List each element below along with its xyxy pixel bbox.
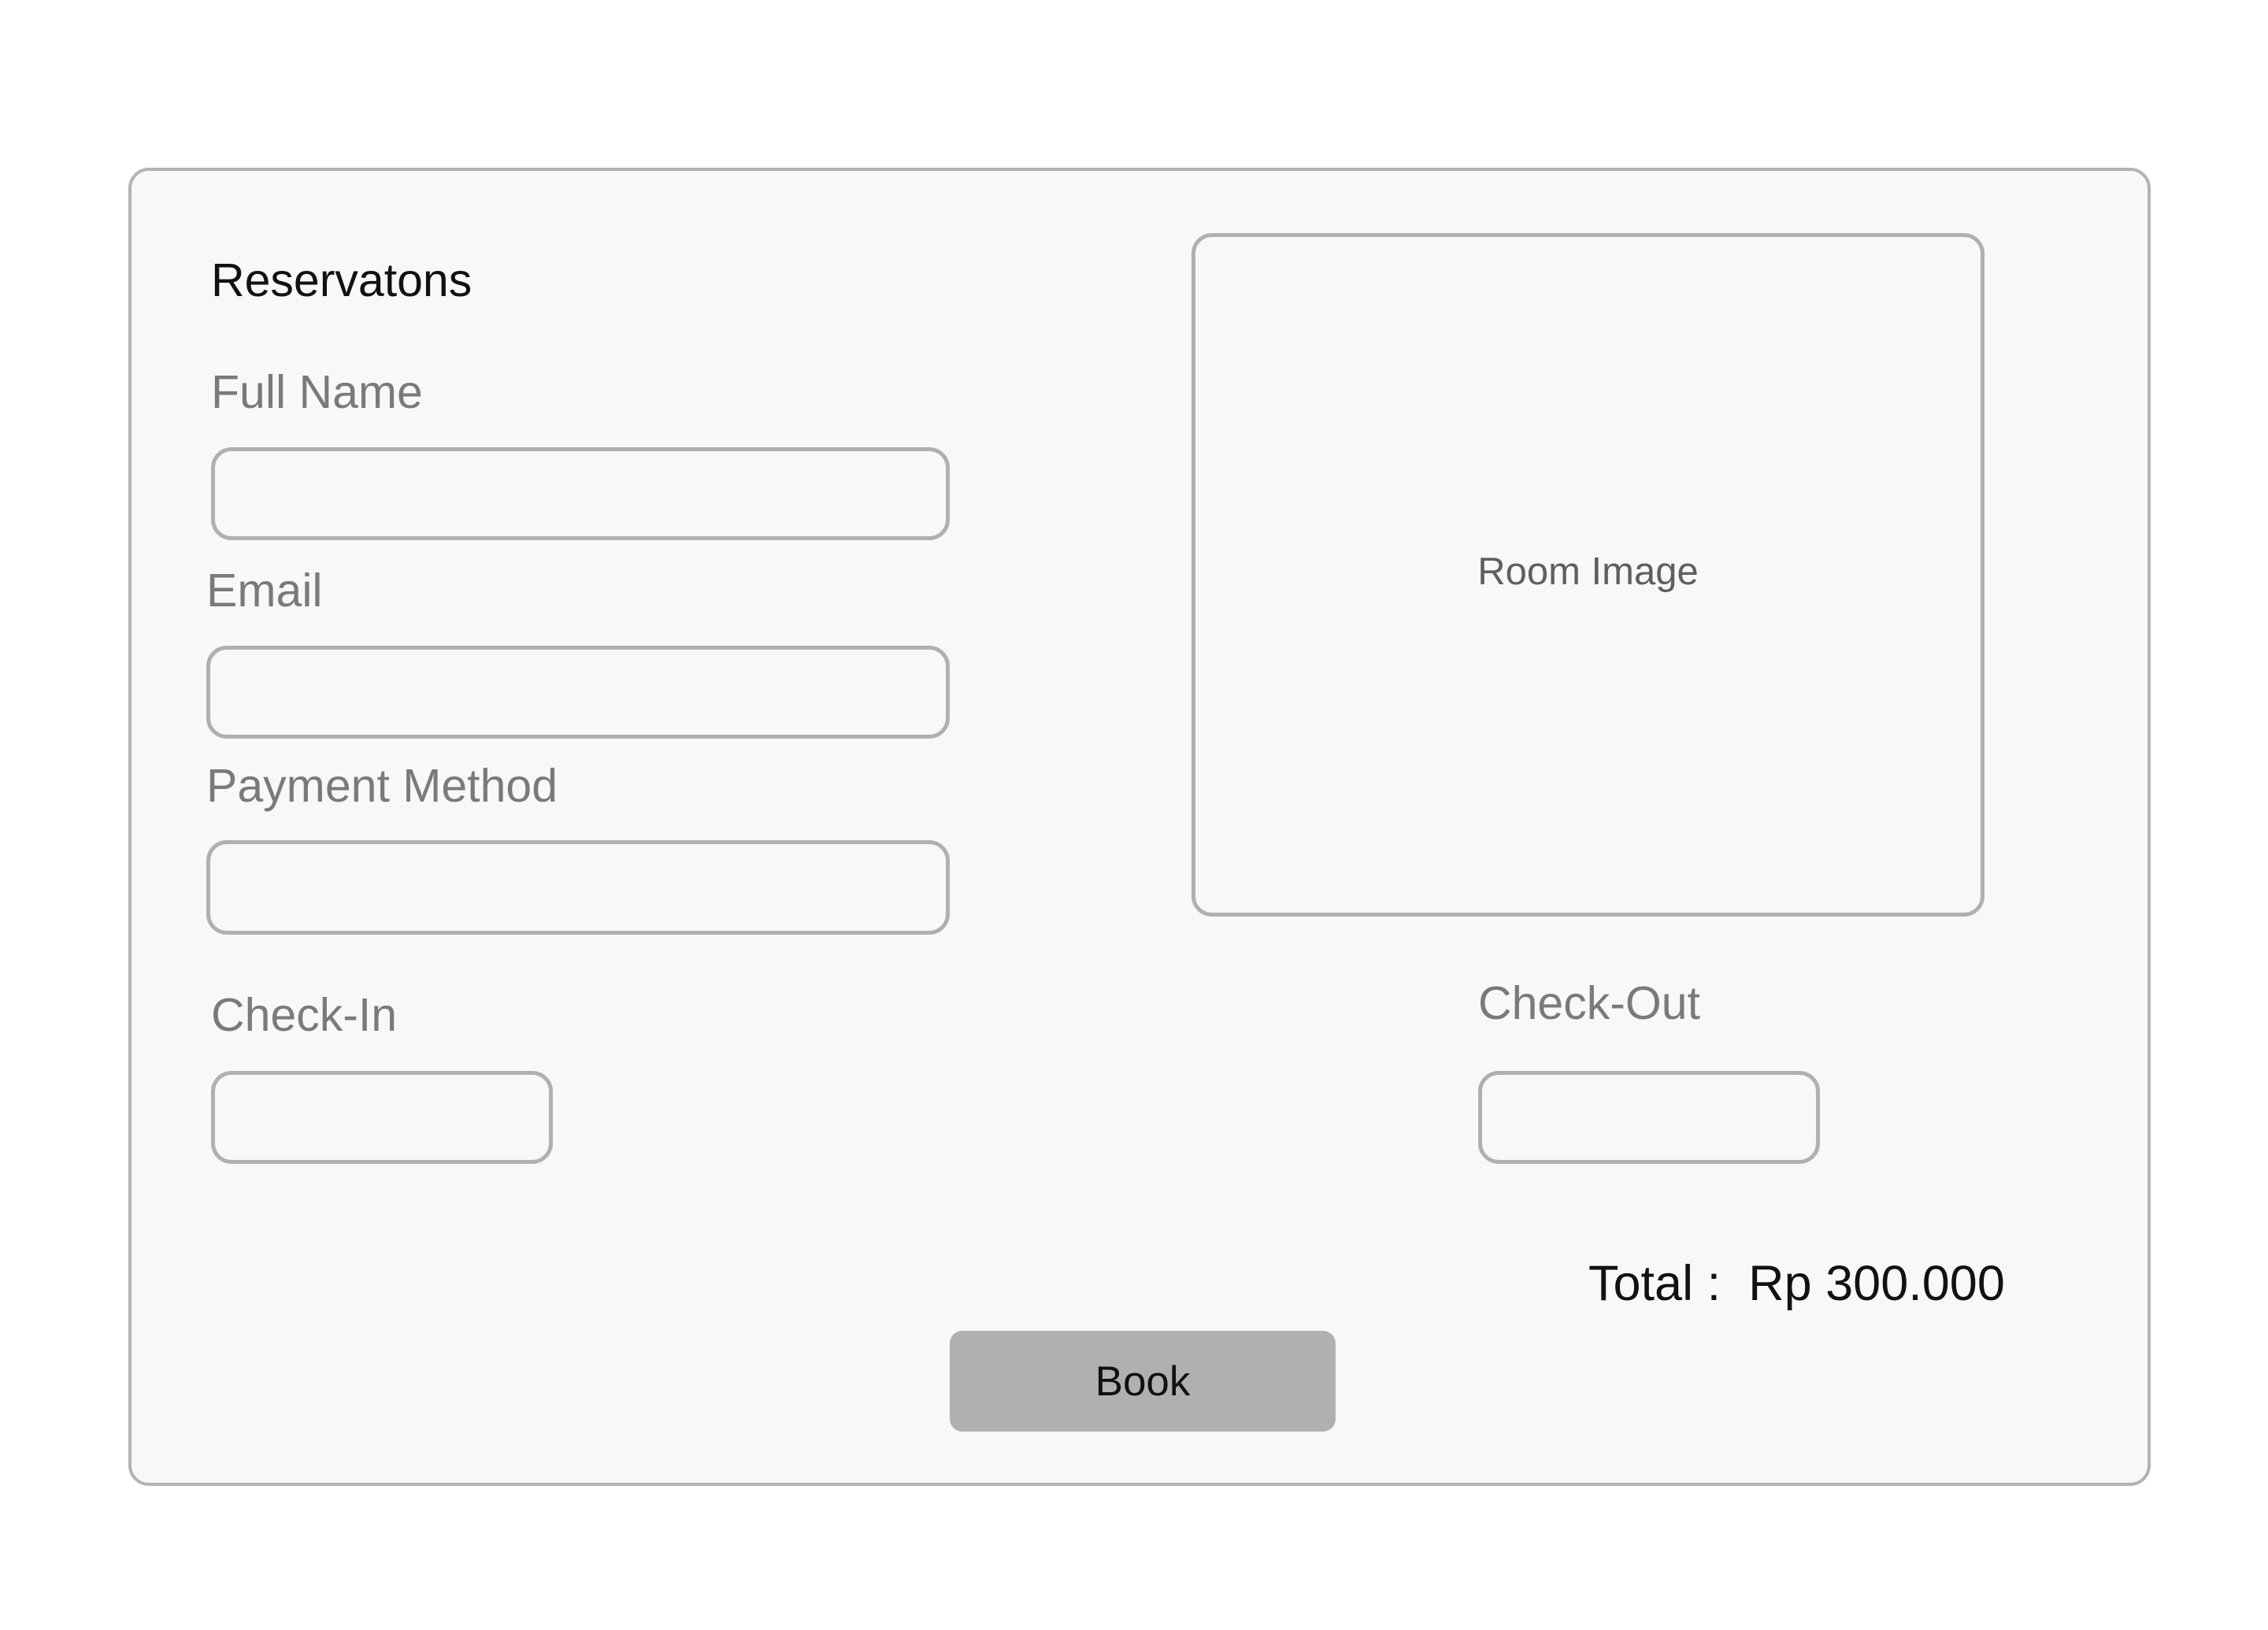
email-label: Email [206,565,323,617]
book-button[interactable]: Book [950,1331,1336,1432]
room-image: Room Image [1191,233,1984,917]
payment-method-input[interactable] [206,840,950,935]
page-title: Reservatons [211,254,472,306]
total-value: Rp 300.000 [1748,1256,2005,1311]
email-input[interactable] [206,646,950,739]
check-in-label: Check-In [211,989,398,1041]
full-name-label: Full Name [211,366,423,418]
check-out-input[interactable] [1478,1071,1820,1164]
total-price: Total : Rp 300.000 [1588,1255,2005,1312]
check-in-input[interactable] [211,1071,553,1164]
payment-method-label: Payment Method [206,760,558,812]
room-image-label: Room Image [1477,550,1699,593]
total-label: Total : [1588,1256,1721,1311]
full-name-input[interactable] [211,447,950,540]
check-out-label: Check-Out [1478,977,1700,1029]
